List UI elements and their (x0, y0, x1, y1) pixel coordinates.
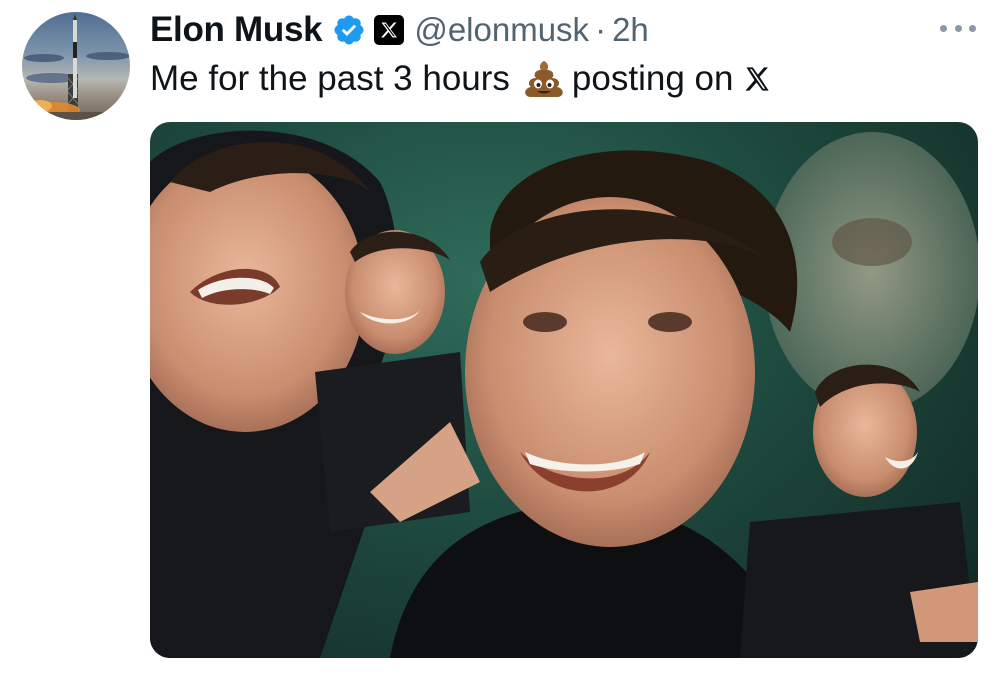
avatar[interactable] (22, 12, 130, 120)
more-options-icon[interactable] (940, 16, 976, 40)
separator-dot: · (595, 11, 607, 48)
timestamp[interactable]: 2h (612, 11, 649, 49)
pile-of-poo-emoji (525, 61, 563, 97)
more-dot (940, 24, 947, 32)
tweet: Elon Musk @elonmusk · 2h Me for the past… (0, 0, 1000, 674)
tweet-text: Me for the past 3 hours posting on (150, 56, 771, 102)
x-logo-icon[interactable] (374, 15, 405, 45)
x-logo-icon (745, 67, 770, 91)
more-dot (969, 24, 976, 32)
more-dot (954, 24, 962, 32)
verified-badge-icon[interactable] (332, 13, 366, 47)
author-name[interactable]: Elon Musk (150, 10, 323, 50)
tweet-header: Elon Musk @elonmusk · 2h (150, 8, 649, 52)
tweet-text-part-1: Me for the past 3 hours (150, 59, 510, 98)
tweet-image[interactable] (150, 122, 978, 658)
author-handle[interactable]: @elonmusk (414, 11, 589, 49)
tweet-text-part-2: posting on (571, 59, 734, 98)
